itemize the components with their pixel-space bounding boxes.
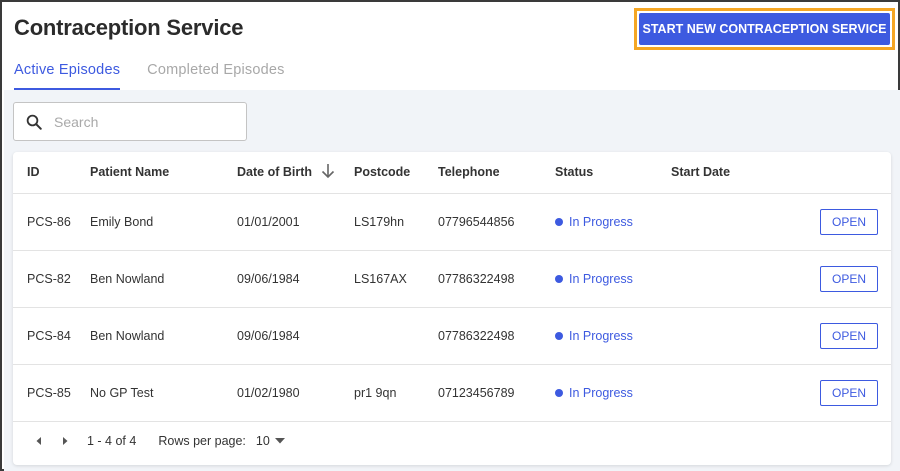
- cell-id: PCS-84: [13, 307, 90, 365]
- status-label: In Progress: [569, 271, 633, 286]
- column-header-start-date[interactable]: Start Date: [671, 152, 771, 194]
- cell-patient-name: Ben Nowland: [90, 307, 237, 365]
- cell-patient-name: Ben Nowland: [90, 250, 237, 308]
- column-header-date-of-birth-label: Date of Birth: [237, 164, 312, 179]
- status-badge: In Progress: [555, 272, 633, 286]
- cell-start-date: [671, 307, 771, 365]
- search-input[interactable]: [54, 113, 234, 130]
- page-title: Contraception Service: [14, 15, 244, 40]
- status-badge: In Progress: [555, 386, 633, 400]
- table-row: PCS-85 No GP Test 01/02/1980 pr1 9qn 071…: [13, 364, 891, 422]
- cell-date-of-birth: 09/06/1984: [237, 307, 354, 365]
- cell-start-date: [671, 250, 771, 308]
- column-header-telephone[interactable]: Telephone: [438, 152, 555, 194]
- cell-telephone: 07796544856: [438, 193, 555, 251]
- table-row: PCS-82 Ben Nowland 09/06/1984 LS167AX 07…: [13, 250, 891, 308]
- cell-status: In Progress: [555, 250, 671, 308]
- pagination-range: 1 - 4 of 4: [87, 434, 137, 448]
- cell-postcode: LS179hn: [354, 193, 438, 251]
- caret-down-icon: [274, 438, 285, 444]
- status-label: In Progress: [569, 385, 633, 400]
- cell-postcode: [354, 307, 438, 365]
- start-new-contraception-service-button[interactable]: START NEW CONTRACEPTION SERVICE: [639, 13, 890, 45]
- table-header-row: ID Patient Name Date of Birth Postcode T…: [13, 152, 891, 194]
- status-badge: In Progress: [555, 329, 633, 343]
- cell-telephone: 07123456789: [438, 364, 555, 422]
- search-icon: [14, 103, 54, 140]
- rows-per-page-select[interactable]: 10: [256, 434, 285, 448]
- open-button[interactable]: OPEN: [820, 265, 878, 292]
- open-button[interactable]: OPEN: [820, 208, 878, 235]
- status-dot-icon: [555, 217, 563, 226]
- cell-action: OPEN: [771, 193, 891, 251]
- column-header-actions: [771, 152, 891, 194]
- status-label: In Progress: [569, 328, 633, 343]
- tab-completed-episodes[interactable]: Completed Episodes: [147, 60, 284, 90]
- cell-start-date: [671, 193, 771, 251]
- cell-status: In Progress: [555, 307, 671, 365]
- table-row: PCS-86 Emily Bond 01/01/2001 LS179hn 077…: [13, 193, 891, 251]
- open-button[interactable]: OPEN: [820, 322, 878, 349]
- episodes-table: ID Patient Name Date of Birth Postcode T…: [13, 152, 891, 422]
- status-dot-icon: [555, 274, 563, 283]
- cell-telephone: 07786322498: [438, 250, 555, 308]
- cell-date-of-birth: 01/02/1980: [237, 364, 354, 422]
- cell-postcode: LS167AX: [354, 250, 438, 308]
- cell-status: In Progress: [555, 364, 671, 422]
- cell-date-of-birth: 01/01/2001: [237, 193, 354, 251]
- cell-id: PCS-86: [13, 193, 90, 251]
- column-header-id[interactable]: ID: [13, 152, 90, 194]
- cell-id: PCS-82: [13, 250, 90, 308]
- column-header-postcode[interactable]: Postcode: [354, 152, 438, 194]
- start-button-highlight: START NEW CONTRACEPTION SERVICE: [634, 8, 895, 50]
- status-badge: In Progress: [555, 215, 633, 229]
- rows-per-page-label: Rows per page:: [158, 434, 246, 448]
- column-header-patient-name[interactable]: Patient Name: [90, 152, 237, 194]
- column-header-date-of-birth[interactable]: Date of Birth: [237, 152, 354, 194]
- cell-action: OPEN: [771, 250, 891, 308]
- search-box[interactable]: [13, 102, 247, 141]
- table-row: PCS-84 Ben Nowland 09/06/1984 0778632249…: [13, 307, 891, 365]
- arrow-down-icon[interactable]: [321, 163, 335, 182]
- cell-start-date: [671, 364, 771, 422]
- rows-per-page-value: 10: [255, 434, 270, 448]
- cell-telephone: 07786322498: [438, 307, 555, 365]
- episode-tabs: Active Episodes Completed Episodes: [14, 60, 312, 90]
- status-dot-icon: [555, 331, 563, 340]
- status-label: In Progress: [569, 214, 633, 229]
- column-header-status[interactable]: Status: [555, 152, 671, 194]
- open-button[interactable]: OPEN: [820, 379, 878, 406]
- cell-patient-name: Emily Bond: [90, 193, 237, 251]
- cell-date-of-birth: 09/06/1984: [237, 250, 354, 308]
- tab-active-episodes[interactable]: Active Episodes: [14, 60, 121, 90]
- episodes-table-card: ID Patient Name Date of Birth Postcode T…: [13, 152, 891, 465]
- pagination: 1 - 4 of 4 Rows per page: 10: [13, 422, 891, 460]
- cell-action: OPEN: [771, 307, 891, 365]
- cell-postcode: pr1 9qn: [354, 364, 438, 422]
- cell-action: OPEN: [771, 364, 891, 422]
- cell-id: PCS-85: [13, 364, 90, 422]
- cell-patient-name: No GP Test: [90, 364, 237, 422]
- cell-status: In Progress: [555, 193, 671, 251]
- chevron-right-icon[interactable]: [58, 431, 72, 451]
- status-dot-icon: [555, 388, 563, 397]
- app-window: Contraception Service START NEW CONTRACE…: [0, 0, 900, 471]
- chevron-left-icon[interactable]: [32, 431, 46, 451]
